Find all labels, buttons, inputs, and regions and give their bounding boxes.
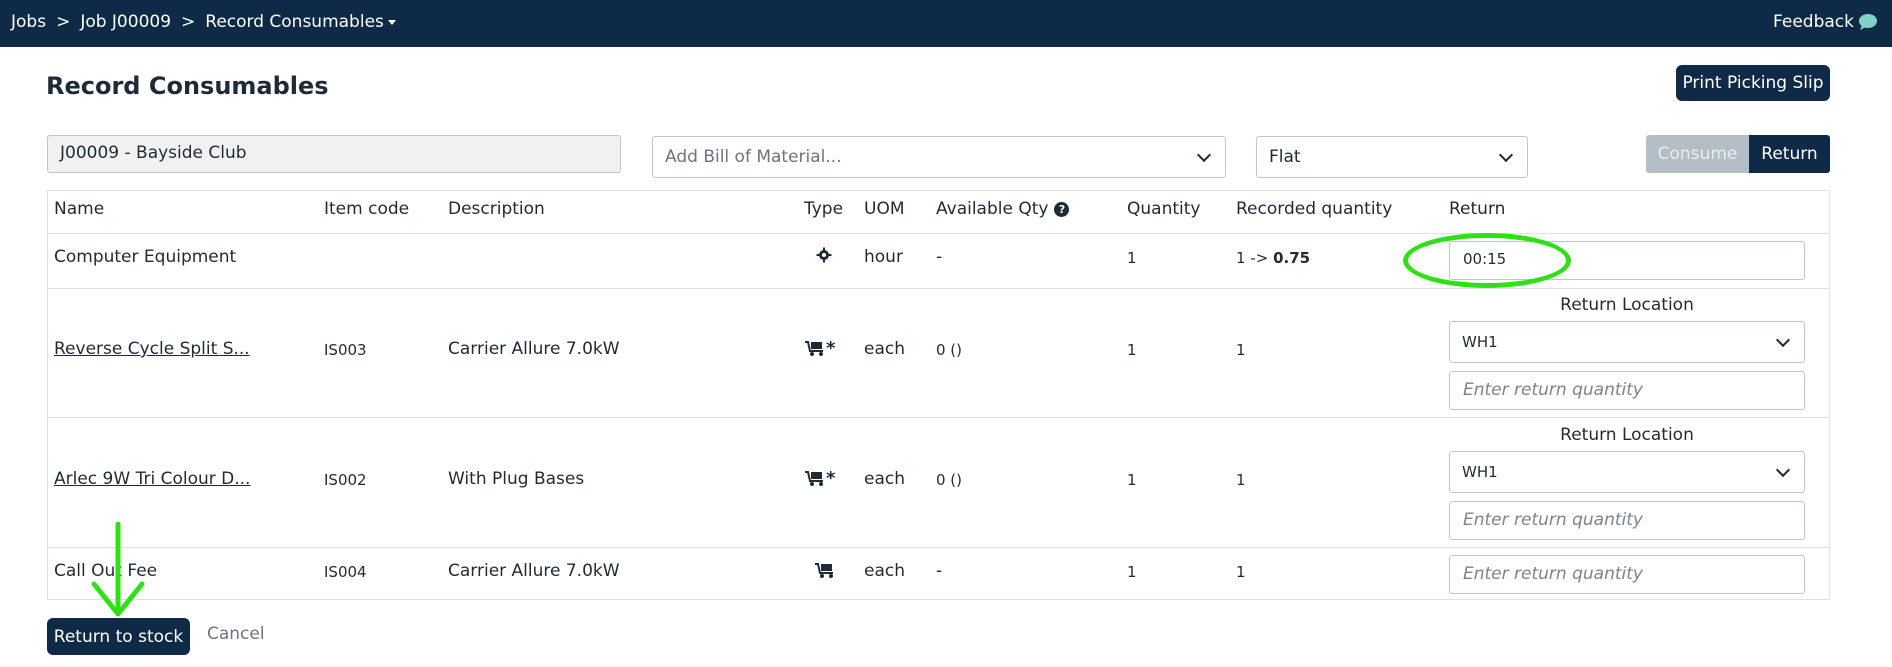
header-name: Name	[54, 199, 105, 219]
print-picking-slip-button[interactable]: Print Picking Slip	[1676, 65, 1830, 101]
breadcrumb-job[interactable]: Job J00009	[80, 12, 171, 32]
arrow-down-annotation	[91, 522, 145, 617]
row3-available: 0 ()	[936, 471, 963, 489]
row2-recorded: 1	[1236, 341, 1246, 359]
row4-recorded: 1	[1236, 563, 1246, 581]
return-location-value: WH1	[1462, 463, 1498, 481]
bom-placeholder: Add Bill of Material...	[665, 147, 842, 167]
header-item-code: Item code	[324, 199, 410, 219]
top-navbar: Jobs > Job J00009 > Record Consumables F…	[0, 0, 1892, 47]
available-qty-label: Available Qty	[936, 199, 1049, 219]
caret-down-icon[interactable]	[387, 19, 396, 25]
row2-item-code: IS003	[324, 341, 367, 359]
row-divider	[48, 417, 1829, 418]
trolley-serial-icon: *	[804, 339, 840, 357]
svg-text:*: *	[826, 469, 836, 487]
rate-select[interactable]: Flat	[1256, 136, 1528, 178]
row4-uom: each	[864, 561, 905, 581]
return-location-select[interactable]: WH1	[1449, 451, 1805, 493]
row4-available: -	[936, 561, 943, 581]
header-description: Description	[448, 199, 545, 219]
chevron-down-icon	[1775, 332, 1791, 347]
row3-uom: each	[864, 469, 905, 489]
row4-description: Carrier Allure 7.0kW	[448, 561, 620, 581]
header-available-qty: Available Qty?	[936, 199, 1070, 219]
return-toggle-button[interactable]: Return	[1749, 135, 1830, 173]
help-icon[interactable]: ?	[1054, 201, 1070, 217]
trolley-serial-icon: *	[804, 469, 840, 487]
return-location-select[interactable]: WH1	[1449, 321, 1805, 363]
row1-recorded: 1 -> 0.75	[1236, 249, 1310, 267]
row4-quantity: 1	[1127, 563, 1137, 581]
row1-available: -	[936, 247, 943, 267]
page-title: Record Consumables	[46, 72, 329, 100]
row2-name-link[interactable]: Reverse Cycle Split S...	[54, 339, 250, 359]
row1-uom: hour	[864, 247, 903, 267]
return-location-label: Return Location	[1560, 295, 1694, 315]
bill-of-material-select[interactable]: Add Bill of Material...	[652, 136, 1226, 178]
return-quantity-input[interactable]: Enter return quantity	[1449, 501, 1805, 540]
gear-icon	[816, 247, 832, 268]
recorded-to: 0.75	[1273, 249, 1311, 267]
svg-text:*: *	[826, 339, 836, 357]
highlight-circle-annotation	[1403, 233, 1571, 288]
chevron-down-icon	[1498, 147, 1514, 162]
mode-toggle: Consume Return	[1646, 135, 1830, 173]
row3-item-code: IS002	[324, 471, 367, 489]
row3-description: With Plug Bases	[448, 469, 585, 489]
row3-recorded: 1	[1236, 471, 1246, 489]
row3-name-link[interactable]: Arlec 9W Tri Colour D...	[54, 469, 250, 489]
row-divider	[48, 288, 1829, 289]
return-to-stock-button[interactable]: Return to stock	[47, 618, 190, 655]
row2-available: 0 ()	[936, 341, 963, 359]
recorded-from: 1 ->	[1236, 249, 1269, 267]
chat-bubble-icon	[1859, 14, 1877, 30]
row2-uom: each	[864, 339, 905, 359]
header-quantity: Quantity	[1127, 199, 1201, 219]
breadcrumb-separator: >	[56, 12, 71, 32]
row2-quantity: 1	[1127, 341, 1137, 359]
row1-quantity: 1	[1127, 249, 1137, 267]
return-location-value: WH1	[1462, 333, 1498, 351]
row3-quantity: 1	[1127, 471, 1137, 489]
row-divider	[48, 547, 1829, 548]
breadcrumb-jobs[interactable]: Jobs	[11, 12, 46, 32]
row-divider	[48, 233, 1829, 234]
header-uom: UOM	[864, 199, 905, 219]
trolley-icon	[814, 561, 836, 579]
breadcrumb-current[interactable]: Record Consumables	[205, 12, 384, 32]
cancel-link[interactable]: Cancel	[207, 624, 265, 644]
rate-value: Flat	[1269, 147, 1301, 167]
return-quantity-input[interactable]: Enter return quantity	[1449, 371, 1805, 410]
breadcrumb-separator: >	[181, 12, 196, 32]
header-return: Return	[1449, 199, 1506, 219]
row2-description: Carrier Allure 7.0kW	[448, 339, 620, 359]
return-quantity-input[interactable]: Enter return quantity	[1449, 555, 1805, 594]
job-field: J00009 - Bayside Club	[47, 135, 621, 173]
return-location-label: Return Location	[1560, 425, 1694, 445]
chevron-down-icon	[1196, 147, 1212, 162]
feedback-label: Feedback	[1773, 12, 1854, 32]
feedback-link[interactable]: Feedback	[1773, 12, 1878, 32]
chevron-down-icon	[1775, 462, 1791, 477]
row1-name: Computer Equipment	[54, 247, 237, 267]
breadcrumb: Jobs > Job J00009 > Record Consumables	[11, 12, 396, 32]
row4-item-code: IS004	[324, 563, 367, 581]
header-recorded-quantity: Recorded quantity	[1236, 199, 1393, 219]
header-type: Type	[804, 199, 844, 219]
consume-toggle-button[interactable]: Consume	[1646, 135, 1749, 173]
